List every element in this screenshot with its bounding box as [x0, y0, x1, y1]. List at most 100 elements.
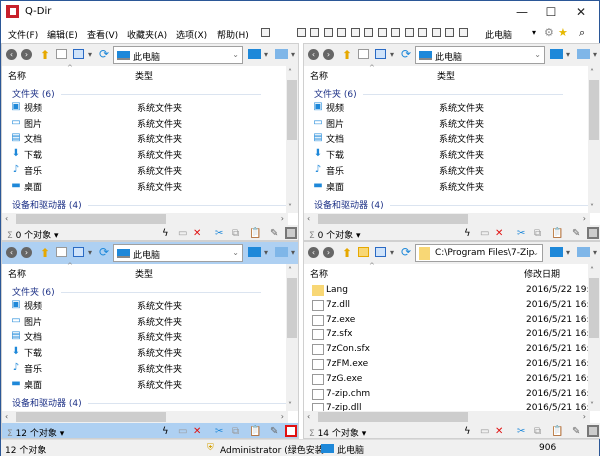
- view-dropdown-icon[interactable]: ▾: [88, 50, 92, 59]
- layout-button-icon[interactable]: [377, 28, 387, 37]
- address-bar[interactable]: 此电脑 ⌄: [415, 46, 545, 64]
- computer-view-icon[interactable]: [275, 247, 288, 257]
- quick-action-icon[interactable]: ϟ: [464, 228, 471, 239]
- list-item[interactable]: ▤ 文档 系统文件夹: [312, 131, 590, 146]
- copy-icon[interactable]: ⧉: [534, 228, 541, 239]
- group-folders[interactable]: 文件夹 (6): [12, 285, 282, 298]
- monitor-dropdown-icon[interactable]: ▾: [264, 248, 268, 257]
- menu-help[interactable]: 帮助(H): [217, 28, 249, 41]
- group-folders[interactable]: 文件夹 (6): [314, 87, 584, 100]
- group-devices[interactable]: 设备和驱动器 (4): [314, 198, 584, 211]
- list-item[interactable]: Lang 2016/5/22 19:1: [312, 284, 595, 299]
- view-dropdown-icon[interactable]: ▾: [88, 248, 92, 257]
- new-folder-icon[interactable]: [358, 247, 369, 257]
- copy-icon[interactable]: ⧉: [232, 426, 239, 437]
- rename-icon[interactable]: ▭: [178, 228, 187, 239]
- list-item[interactable]: 7zFM.exe 2016/5/21 16:2: [312, 358, 595, 373]
- up-folder-icon[interactable]: ⬆: [342, 246, 352, 260]
- refresh-icon[interactable]: ⟳: [99, 47, 109, 61]
- object-count[interactable]: Σ 12 个对象 ▾: [7, 426, 64, 438]
- horizontal-scrollbar[interactable]: ‹ ›: [304, 411, 590, 423]
- layout-button-icon[interactable]: [261, 28, 270, 37]
- back-icon[interactable]: ‹: [6, 247, 17, 258]
- address-dropdown-icon[interactable]: ⌄: [534, 50, 541, 59]
- delete-icon[interactable]: ✕: [193, 228, 201, 239]
- location-dropdown-icon[interactable]: ▾: [532, 28, 536, 37]
- up-folder-icon[interactable]: ⬆: [342, 48, 352, 62]
- delete-icon[interactable]: ✕: [495, 426, 503, 437]
- new-folder-icon[interactable]: [358, 49, 369, 59]
- column-name[interactable]: 名称: [8, 267, 26, 280]
- list-item[interactable]: ▭ 图片 系统文件夹: [312, 116, 590, 131]
- pane-toggle-icon[interactable]: [285, 425, 297, 437]
- list-item[interactable]: ⬇ 下载 系统文件夹: [312, 147, 590, 162]
- monitor-dropdown-icon[interactable]: ▾: [264, 50, 268, 59]
- cut-icon[interactable]: ✂: [517, 228, 525, 239]
- pane-toggle-icon[interactable]: [285, 227, 297, 239]
- menu-options[interactable]: 选项(X): [176, 28, 207, 41]
- computer-dropdown-icon[interactable]: ▾: [593, 50, 597, 59]
- list-item[interactable]: ▭ 图片 系统文件夹: [10, 314, 288, 329]
- address-dropdown-icon[interactable]: ⌄: [532, 248, 539, 257]
- address-dropdown-icon[interactable]: ⌄: [232, 248, 239, 257]
- rename-icon[interactable]: ▭: [480, 228, 489, 239]
- forward-icon[interactable]: ›: [323, 247, 334, 258]
- object-count[interactable]: Σ 0 个对象 ▾: [309, 228, 361, 240]
- list-item[interactable]: ▣ 视频 系统文件夹: [10, 298, 288, 313]
- layout-button-icon[interactable]: [364, 28, 373, 37]
- list-item[interactable]: ▬ 桌面 系统文件夹: [10, 377, 288, 392]
- layout-button-icon[interactable]: [431, 28, 441, 37]
- monitor-icon[interactable]: [550, 247, 563, 257]
- cut-icon[interactable]: ✂: [215, 426, 223, 437]
- list-item[interactable]: 7z.exe 2016/5/21 16:1: [312, 314, 595, 329]
- pane-toggle-icon[interactable]: [587, 227, 599, 239]
- address-dropdown-icon[interactable]: ⌄: [232, 50, 239, 59]
- menu-file[interactable]: 文件(F): [8, 28, 38, 41]
- up-folder-icon[interactable]: ⬆: [40, 48, 50, 62]
- monitor-icon[interactable]: [248, 247, 261, 257]
- monitor-dropdown-icon[interactable]: ▾: [566, 248, 570, 257]
- column-type[interactable]: 类型: [135, 69, 153, 82]
- view-mode-icon[interactable]: [73, 247, 84, 257]
- list-item[interactable]: ♪ 音乐 系统文件夹: [10, 361, 288, 376]
- close-button[interactable]: ✕: [566, 3, 596, 21]
- column-name[interactable]: 名称: [310, 267, 328, 280]
- column-modified[interactable]: 修改日期: [524, 267, 560, 280]
- group-folders[interactable]: 文件夹 (6): [12, 87, 282, 100]
- address-bar[interactable]: 此电脑 ⌄: [113, 46, 243, 64]
- delete-icon[interactable]: ✕: [495, 228, 503, 239]
- column-name[interactable]: 名称: [8, 69, 26, 82]
- vertical-scrollbar[interactable]: ˄ ˅: [588, 66, 600, 213]
- list-item[interactable]: ♪ 音乐 系统文件夹: [10, 163, 288, 178]
- maximize-button[interactable]: ☐: [536, 3, 566, 21]
- pane-toggle-icon[interactable]: [587, 425, 599, 437]
- layout-button-icon[interactable]: [404, 28, 414, 37]
- zoom-icon[interactable]: ⌕: [579, 26, 585, 40]
- view-mode-icon[interactable]: [375, 49, 386, 59]
- vertical-scrollbar[interactable]: ˄ ˅: [286, 264, 298, 411]
- view-dropdown-icon[interactable]: ▾: [390, 50, 394, 59]
- address-text[interactable]: 此电脑: [133, 248, 160, 261]
- forward-icon[interactable]: ›: [323, 49, 334, 60]
- column-type[interactable]: 类型: [135, 267, 153, 280]
- quick-action-icon[interactable]: ϟ: [464, 426, 471, 437]
- forward-icon[interactable]: ›: [21, 247, 32, 258]
- properties-icon[interactable]: ✎: [572, 426, 580, 437]
- column-type[interactable]: 类型: [437, 69, 455, 82]
- horizontal-scrollbar[interactable]: ‹ ›: [2, 411, 288, 423]
- monitor-dropdown-icon[interactable]: ▾: [566, 50, 570, 59]
- list-item[interactable]: ▭ 图片 系统文件夹: [10, 116, 288, 131]
- rename-icon[interactable]: ▭: [480, 426, 489, 437]
- layout-button-icon[interactable]: [350, 28, 360, 37]
- layout-button-icon[interactable]: [445, 28, 454, 37]
- paste-icon[interactable]: 📋: [249, 426, 261, 437]
- list-item[interactable]: 7zG.exe 2016/5/21 16:2: [312, 373, 595, 388]
- layout-button-icon[interactable]: [323, 28, 333, 37]
- monitor-icon[interactable]: [248, 49, 261, 59]
- view-dropdown-icon[interactable]: ▾: [390, 248, 394, 257]
- list-item[interactable]: ▤ 文档 系统文件夹: [10, 329, 288, 344]
- paste-icon[interactable]: 📋: [249, 228, 261, 239]
- view-mode-icon[interactable]: [375, 247, 386, 257]
- back-icon[interactable]: ‹: [6, 49, 17, 60]
- back-icon[interactable]: ‹: [308, 49, 319, 60]
